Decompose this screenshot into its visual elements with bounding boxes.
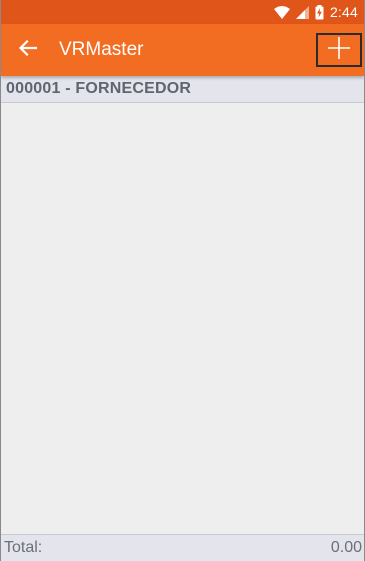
arrow-back-icon <box>18 39 38 61</box>
total-label: Total: <box>4 539 43 556</box>
items-list[interactable] <box>1 103 364 534</box>
battery-charging-icon <box>315 4 324 20</box>
add-button[interactable] <box>316 33 362 67</box>
back-button[interactable] <box>1 24 55 76</box>
status-bar: 2:44 <box>1 0 364 24</box>
app-screen: 2:44 VRMaster 000001 - FORNECEDOR Total:… <box>0 0 365 561</box>
cell-signal-icon <box>295 5 309 19</box>
status-time: 2:44 <box>329 4 358 20</box>
wifi-icon <box>273 5 290 19</box>
total-value: 0.00 <box>330 539 362 556</box>
supplier-header: 000001 - FORNECEDOR <box>1 76 364 103</box>
app-title: VRMaster <box>59 39 144 60</box>
plus-icon <box>328 36 350 64</box>
total-footer: Total: 0.00 <box>1 534 364 561</box>
supplier-header-label: 000001 - FORNECEDOR <box>6 80 192 97</box>
app-bar: VRMaster <box>1 24 364 76</box>
